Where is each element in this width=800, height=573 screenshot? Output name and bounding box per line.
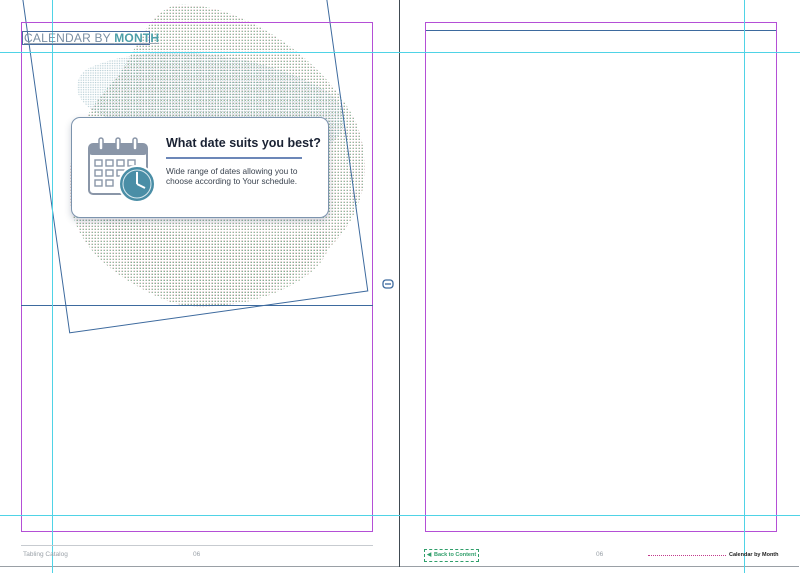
header-accent: MONTH	[114, 31, 160, 45]
link-icon[interactable]	[382, 279, 394, 289]
back-to-content-button[interactable]: ◀ Back to Content	[424, 549, 479, 562]
footer-right-text: Calendar by Month	[729, 552, 779, 558]
back-arrow-icon: ◀	[427, 552, 432, 558]
column-guide[interactable]	[52, 0, 53, 573]
footer-page-number: 06	[193, 551, 201, 558]
footer-left-text: Tabling Catalog	[23, 551, 68, 558]
left-frame-bottom-edge	[21, 305, 373, 306]
card-divider	[166, 157, 302, 159]
row-guide[interactable]	[0, 52, 800, 53]
footer-rule	[21, 545, 373, 546]
back-button-label: Back to Content	[434, 552, 477, 558]
card-description: Wide range of dates allowing you to choo…	[166, 166, 298, 186]
header-prefix: CALENDAR BY	[24, 31, 115, 45]
column-guide[interactable]	[744, 0, 745, 573]
spread-spine	[399, 0, 400, 567]
dot-leader	[648, 555, 726, 556]
right-margin-guide	[425, 22, 777, 532]
card-title: What date suits you best?	[166, 136, 321, 150]
right-text-frame-edge	[426, 30, 776, 31]
left-margin-guide	[21, 22, 373, 532]
calendar-clock-icon	[88, 137, 156, 203]
page-header: CALENDAR BY MONTH	[24, 31, 159, 45]
info-card[interactable]: What date suits you best? Wide range of …	[71, 117, 329, 218]
footer-page-number-right: 06	[596, 551, 604, 558]
row-guide[interactable]	[0, 515, 800, 516]
